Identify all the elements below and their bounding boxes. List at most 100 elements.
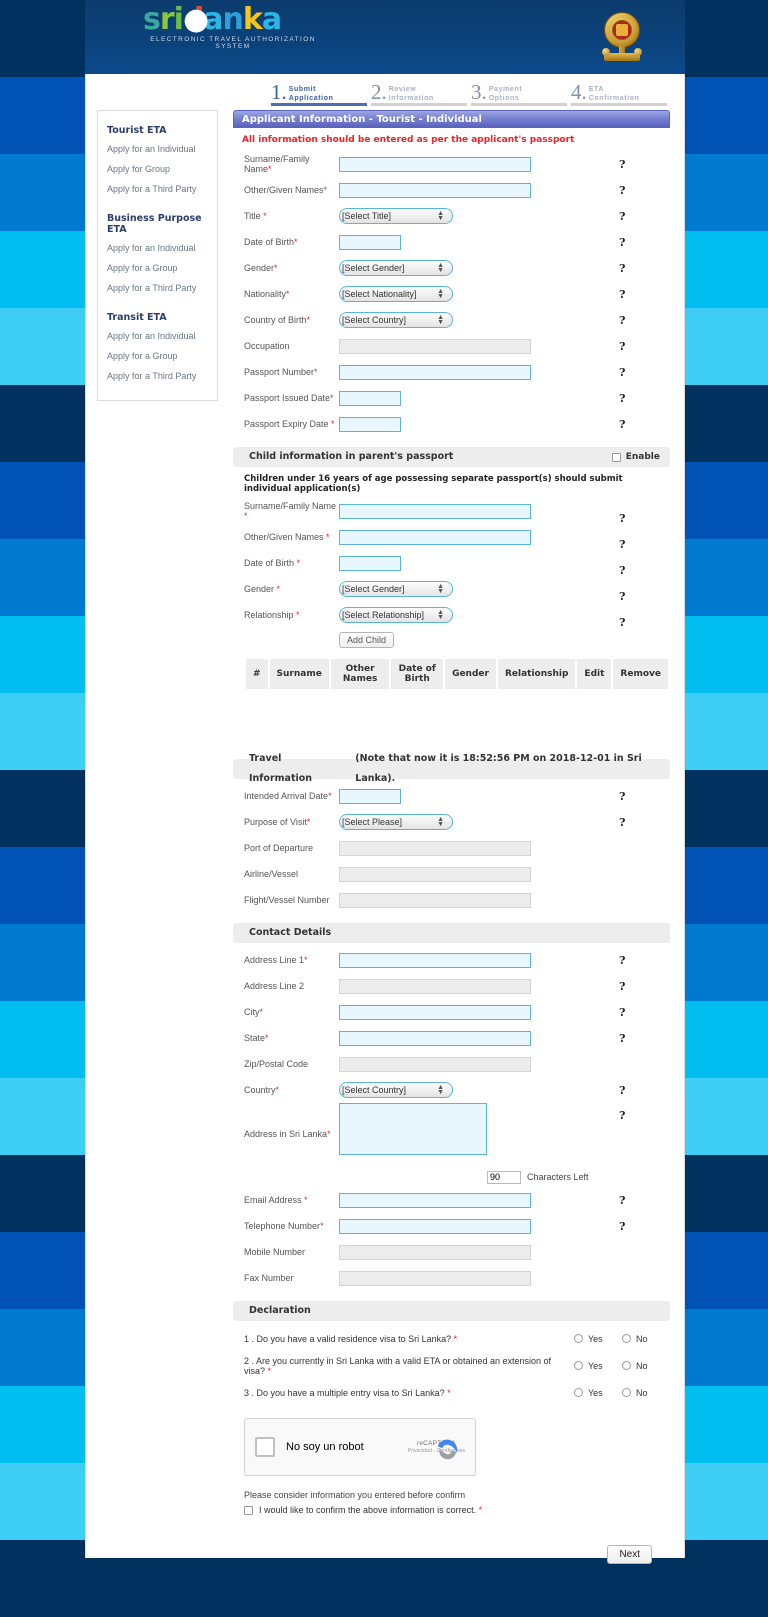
port-input[interactable] xyxy=(339,840,531,856)
help-icon-purpose[interactable]: ? xyxy=(619,816,625,829)
sidebar-item-0-2[interactable]: Apply for a Third Party xyxy=(98,179,217,199)
address1-input[interactable] xyxy=(339,952,531,968)
help-icon-state[interactable]: ? xyxy=(619,1032,625,1045)
child-enable-checkbox[interactable] xyxy=(611,452,621,462)
child-table-col-4: Gender xyxy=(445,659,496,689)
next-button[interactable]: Next xyxy=(607,1545,652,1564)
purpose-select[interactable]: [Select Please] xyxy=(339,814,453,830)
field-row-email: Email Address * ? xyxy=(233,1187,670,1213)
radio-yes-icon[interactable] xyxy=(574,1334,583,1343)
help-icon-address1[interactable]: ? xyxy=(619,954,625,967)
help-icon-other-names[interactable]: ? xyxy=(619,184,625,197)
help-icon-nationality[interactable]: ? xyxy=(619,288,625,301)
radio-yes-icon[interactable] xyxy=(574,1388,583,1397)
other-names-input[interactable] xyxy=(339,182,531,198)
address2-input[interactable] xyxy=(339,978,531,994)
declaration-3-yes[interactable]: Yes xyxy=(574,1388,622,1398)
step-1[interactable]: 1. Submit Application xyxy=(271,82,367,106)
field-row-address2: Address Line 2 ? xyxy=(233,973,670,999)
flight-input[interactable] xyxy=(339,892,531,908)
chars-left-label: Characters Left xyxy=(527,1172,589,1182)
gender-select[interactable]: [Select Gender] xyxy=(339,260,453,276)
child-surname-input[interactable] xyxy=(339,503,531,519)
help-icon-arrival-date[interactable]: ? xyxy=(619,790,625,803)
radio-no-icon[interactable] xyxy=(622,1388,631,1397)
recaptcha-widget[interactable]: No soy un robot reCAPTCHA Privacidad - C… xyxy=(244,1418,476,1476)
step-label: Payment Options xyxy=(488,86,523,102)
help-icon-passport-expiry[interactable]: ? xyxy=(619,418,625,431)
field-row-airline: Airline/Vessel xyxy=(233,861,670,887)
sidebar-item-1-2[interactable]: Apply for a Third Party xyxy=(98,278,217,298)
contact-section-header: Contact Details xyxy=(233,923,670,943)
help-icon-dob[interactable]: ? xyxy=(619,236,625,249)
help-icon-country-of-birth[interactable]: ? xyxy=(619,314,625,327)
passport-number-input[interactable] xyxy=(339,364,531,380)
help-icon-sl-address[interactable]: ? xyxy=(619,1109,625,1122)
confirm-row[interactable]: I would like to confirm the above inform… xyxy=(244,1505,670,1515)
radio-no-icon[interactable] xyxy=(622,1361,631,1370)
sidebar-item-2-0[interactable]: Apply for an Individual xyxy=(98,326,217,346)
add-child-button[interactable]: Add Child xyxy=(339,632,395,648)
help-icon-surname[interactable]: ? xyxy=(619,158,625,171)
recaptcha-checkbox[interactable] xyxy=(255,1437,275,1457)
zip-input[interactable] xyxy=(339,1056,531,1072)
help-icon-country[interactable]: ? xyxy=(619,1084,625,1097)
help-icon-passport-issued[interactable]: ? xyxy=(619,392,625,405)
help-icon-title[interactable]: ? xyxy=(619,210,625,223)
declaration-2-yes[interactable]: Yes xyxy=(574,1361,622,1371)
email-input[interactable] xyxy=(339,1192,531,1208)
nationality-select[interactable]: [Select Nationality] xyxy=(339,286,453,302)
state-input[interactable] xyxy=(339,1030,531,1046)
radio-yes-icon[interactable] xyxy=(574,1361,583,1370)
dob-input[interactable] xyxy=(339,234,401,250)
yes-label: Yes xyxy=(588,1387,603,1398)
child-gender-select[interactable]: [Select Gender] xyxy=(339,581,453,597)
help-icon-gender[interactable]: ? xyxy=(619,262,625,275)
child-relationship-select[interactable]: [Select Relationship] xyxy=(339,607,453,623)
site-logo[interactable]: sri●lanka ELECTRONIC TRAVEL AUTHORIZATIO… xyxy=(143,5,323,51)
passport-issued-input[interactable] xyxy=(339,390,401,406)
child-enable-toggle[interactable]: Enable xyxy=(611,447,660,467)
sidebar-item-2-2[interactable]: Apply for a Third Party xyxy=(98,366,217,386)
help-icon-occupation[interactable]: ? xyxy=(619,340,625,353)
declaration-3-no[interactable]: No xyxy=(622,1388,670,1398)
sl-address-textarea[interactable] xyxy=(339,1103,487,1155)
sidebar-item-0-1[interactable]: Apply for Group xyxy=(98,159,217,179)
child-other-names-input[interactable] xyxy=(339,529,531,545)
declaration-1-yes[interactable]: Yes xyxy=(574,1334,622,1344)
help-icon-telephone[interactable]: ? xyxy=(619,1220,625,1233)
step-2[interactable]: 2. Review Information xyxy=(371,82,467,106)
step-3[interactable]: 3. Payment Options xyxy=(471,82,567,106)
field-row-purpose: Purpose of Visit* [Select Please] ▲ ▼ ? xyxy=(233,809,670,835)
title-select[interactable]: [Select Title] xyxy=(339,208,453,224)
child-dob-input[interactable] xyxy=(339,555,401,571)
help-icon-address2[interactable]: ? xyxy=(619,980,625,993)
radio-no-icon[interactable] xyxy=(622,1334,631,1343)
sidebar-item-1-0[interactable]: Apply for an Individual xyxy=(98,238,217,258)
country-of-birth-select[interactable]: [Select Country] xyxy=(339,312,453,328)
help-icon-city[interactable]: ? xyxy=(619,1006,625,1019)
chars-left-input[interactable] xyxy=(487,1170,521,1184)
country-select[interactable]: [Select Country] xyxy=(339,1082,453,1098)
help-icon-passport-number[interactable]: ? xyxy=(619,366,625,379)
city-input[interactable] xyxy=(339,1004,531,1020)
passport-expiry-input[interactable] xyxy=(339,416,401,432)
step-4[interactable]: 4. ETA Confirmation xyxy=(571,82,667,106)
mobile-input[interactable] xyxy=(339,1244,531,1260)
declaration-1-no[interactable]: No xyxy=(622,1334,670,1344)
label-country: Country* xyxy=(244,1085,280,1095)
help-icon-email[interactable]: ? xyxy=(619,1194,625,1207)
declaration-question-2: 2 . Are you currently in Sri Lanka with … xyxy=(244,1355,552,1376)
sidebar-item-2-1[interactable]: Apply for a Group xyxy=(98,346,217,366)
airline-input[interactable] xyxy=(339,866,531,882)
telephone-input[interactable] xyxy=(339,1218,531,1234)
arrival-date-input[interactable] xyxy=(339,788,401,804)
fax-input[interactable] xyxy=(339,1270,531,1286)
occupation-input[interactable] xyxy=(339,338,531,354)
label-mobile: Mobile Number xyxy=(244,1247,306,1257)
surname-input[interactable] xyxy=(339,156,531,172)
sidebar-item-0-0[interactable]: Apply for an Individual xyxy=(98,139,217,159)
declaration-2-no[interactable]: No xyxy=(622,1361,670,1371)
confirm-checkbox[interactable] xyxy=(244,1505,253,1515)
sidebar-item-1-1[interactable]: Apply for a Group xyxy=(98,258,217,278)
